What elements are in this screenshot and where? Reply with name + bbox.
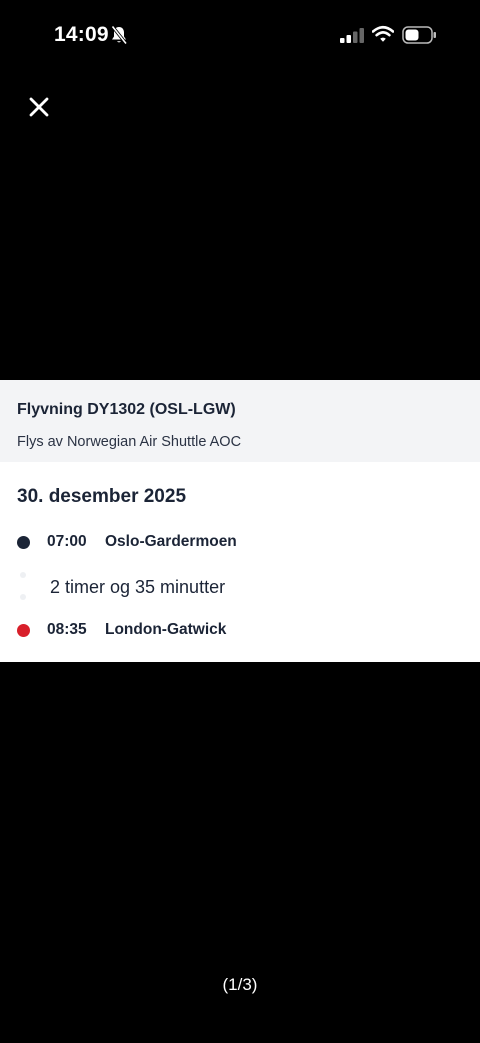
route-dot: [20, 594, 26, 600]
page-indicator: (1/3): [222, 975, 258, 994]
flight-duration: 2 timer og 35 minutter: [50, 577, 226, 597]
flight-date: 30. desember 2025: [17, 486, 187, 507]
flight-operator: Flys av Norwegian Air Shuttle AOC: [17, 434, 242, 450]
arrival-row: 08:35 London-Gatwick: [17, 619, 226, 641]
arrival-place: London-Gatwick: [105, 621, 227, 638]
flight-details-screen: 14:09 Flyvning DY1302 (OSL-LGW) Flys av …: [0, 0, 480, 1043]
arrival-dot: [17, 623, 30, 637]
close-icon: [29, 97, 49, 117]
bell-slash-icon: [111, 25, 128, 45]
arrival-time: 08:35: [47, 621, 87, 638]
signal-icon: [340, 28, 364, 43]
flight-title: Flyvning DY1302 (OSL-LGW): [17, 401, 236, 418]
close-button[interactable]: [24, 92, 54, 122]
departure-place: Oslo-Gardermoen: [105, 533, 237, 550]
flight-card-header: Flyvning DY1302 (OSL-LGW) Flys av Norweg…: [0, 380, 480, 462]
departure-time: 07:00: [47, 533, 87, 550]
wifi-icon: [372, 25, 394, 42]
departure-dot: [17, 535, 30, 549]
departure-row: 07:00 Oslo-Gardermoen: [17, 531, 237, 553]
status-time: 14:09: [54, 23, 109, 46]
battery-icon: [402, 26, 436, 44]
route-dot: [20, 572, 26, 578]
status-bar: 14:09: [0, 0, 480, 70]
